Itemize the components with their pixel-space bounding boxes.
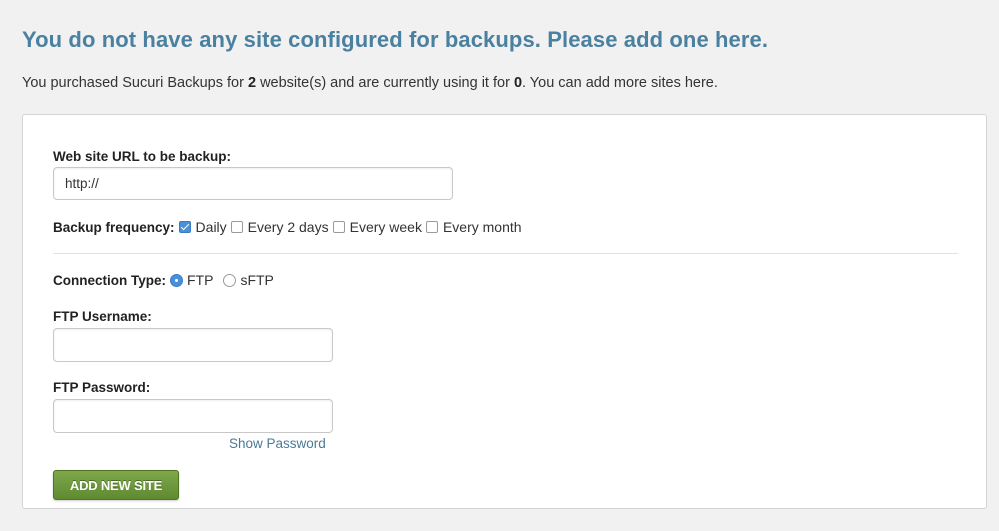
- frequency-every-week-label: Every week: [349, 219, 422, 235]
- connection-option-ftp[interactable]: FTP: [170, 272, 213, 288]
- checkbox-daily[interactable]: [178, 221, 191, 233]
- frequency-daily-label: Daily: [195, 219, 227, 235]
- used-count: 0: [513, 75, 523, 91]
- add-new-site-button[interactable]: ADD NEW SITE: [53, 470, 179, 500]
- add-site-form-panel: Web site URL to be backup: Backup freque…: [22, 114, 987, 509]
- frequency-option-daily[interactable]: Daily: [178, 219, 227, 235]
- summary-middle: website(s) and are currently using it fo…: [256, 75, 514, 91]
- page-heading: You do not have any site configured for …: [22, 27, 769, 52]
- summary-suffix: . You can add more sites here.: [522, 75, 718, 91]
- purchase-summary: You purchased Sucuri Backups for 2 websi…: [22, 75, 718, 91]
- connection-option-sftp[interactable]: sFTP: [223, 272, 274, 288]
- connection-sftp-label: sFTP: [240, 272, 274, 288]
- checkbox-every-2-days[interactable]: [230, 221, 243, 233]
- frequency-option-every-2-days[interactable]: Every 2 days: [230, 219, 329, 235]
- ftp-username-label: FTP Username:: [53, 309, 152, 324]
- summary-prefix: You purchased Sucuri Backups for: [22, 75, 248, 91]
- purchased-count: 2: [247, 75, 257, 91]
- connection-ftp-label: FTP: [187, 272, 214, 288]
- url-label: Web site URL to be backup:: [53, 149, 232, 164]
- ftp-password-input[interactable]: [53, 399, 333, 433]
- connection-type-label: Connection Type:: [53, 272, 166, 288]
- frequency-option-every-week[interactable]: Every week: [332, 219, 422, 235]
- backup-frequency-row: Backup frequency: Daily Every 2 days Eve…: [53, 219, 526, 235]
- checkbox-every-month[interactable]: [425, 221, 438, 233]
- checkbox-every-week[interactable]: [332, 221, 345, 233]
- connection-type-row: Connection Type: FTP sFTP: [53, 272, 278, 288]
- ftp-username-input[interactable]: [53, 328, 333, 362]
- ftp-password-label: FTP Password:: [53, 380, 151, 395]
- website-url-input[interactable]: [53, 167, 453, 200]
- radio-ftp[interactable]: [170, 273, 183, 287]
- frequency-every-month-label: Every month: [442, 219, 522, 235]
- backup-frequency-label: Backup frequency:: [53, 219, 175, 235]
- frequency-every-2-days-label: Every 2 days: [247, 219, 329, 235]
- page: You do not have any site configured for …: [0, 0, 999, 531]
- show-password-link[interactable]: Show Password: [229, 436, 326, 451]
- frequency-option-every-month[interactable]: Every month: [425, 219, 522, 235]
- section-divider: [53, 253, 958, 254]
- radio-sftp[interactable]: [223, 273, 237, 287]
